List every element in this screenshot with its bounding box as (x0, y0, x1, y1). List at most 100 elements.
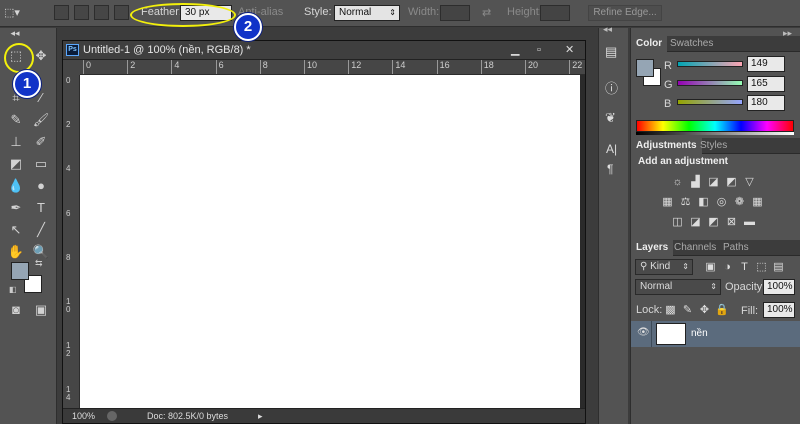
layer-name[interactable]: nền (691, 328, 708, 339)
b-label: B (664, 98, 672, 110)
gradient-map-icon[interactable]: ▬ (743, 216, 756, 229)
ruler-v-tick: 2 (66, 120, 71, 130)
blend-mode-select[interactable]: Normal ⇕ (635, 279, 721, 295)
canvas-area[interactable] (80, 75, 585, 408)
history-brush-tool-icon[interactable]: ✐ (30, 132, 52, 152)
filter-shape-icon[interactable]: ⬚ (755, 261, 768, 274)
tab-channels[interactable]: Channels (669, 240, 721, 256)
refine-edge-button[interactable]: Refine Edge... (588, 5, 662, 21)
photo-filter-icon[interactable]: ◎ (715, 196, 728, 209)
channel-mixer-icon[interactable]: ❁ (733, 196, 746, 209)
tab-layers[interactable]: Layers (631, 240, 674, 256)
horizontal-ruler[interactable]: 0 2 4 6 8 10 12 14 16 18 20 22 (80, 60, 585, 75)
collapse-panel-icon[interactable]: ◂◂ (4, 23, 26, 43)
filter-type-icon[interactable]: T (738, 261, 751, 274)
tab-swatches[interactable]: Swatches (665, 36, 718, 52)
r-value[interactable]: 149 (747, 56, 785, 72)
selective-color-icon[interactable]: ⊠ (725, 216, 738, 229)
swap-colors-icon[interactable]: ⇆ (35, 258, 43, 269)
ruler-h-tick: 0 (83, 60, 91, 74)
g-value[interactable]: 165 (747, 76, 785, 92)
color-fg-swatch[interactable] (636, 59, 654, 77)
expand-panels-icon[interactable]: ◂◂ (603, 24, 612, 35)
canvas[interactable] (80, 75, 580, 408)
info-panel-icon[interactable]: ⓘ (605, 78, 618, 97)
fill-input[interactable]: 100% (763, 302, 795, 318)
add-to-selection-icon[interactable] (74, 5, 89, 20)
tab-adjustments[interactable]: Adjustments (631, 138, 702, 154)
color-balance-icon[interactable]: ⚖ (679, 196, 692, 209)
paragraph-panel-icon[interactable]: ¶ (607, 162, 613, 176)
history-panel-icon[interactable]: ▤ (605, 44, 617, 60)
new-selection-icon[interactable] (54, 5, 69, 20)
color-spectrum-bar[interactable] (636, 120, 794, 132)
brush-panel-icon[interactable]: ❦ (605, 110, 616, 126)
width-input[interactable] (440, 5, 470, 21)
filter-pixel-icon[interactable]: ▣ (704, 261, 717, 274)
r-label: R (664, 60, 672, 72)
style-label: Style: (304, 6, 332, 18)
screen-mode-icon[interactable]: ▣ (30, 300, 52, 320)
color-lookup-icon[interactable]: ▦ (751, 196, 764, 209)
height-input[interactable] (540, 5, 570, 21)
grayscale-bar[interactable] (636, 132, 794, 135)
pen-tool-icon[interactable]: ✒ (5, 198, 27, 218)
vibrance-icon[interactable]: ▽ (743, 176, 756, 189)
layer-row[interactable]: 👁 nền (631, 321, 800, 347)
zoom-level[interactable]: 100% (72, 409, 95, 423)
opacity-input[interactable]: 100% (763, 279, 795, 295)
healing-brush-tool-icon[interactable]: ✎ (5, 110, 27, 130)
b-slider[interactable] (677, 99, 743, 105)
g-label: G (664, 79, 673, 91)
type-tool-icon[interactable]: T (30, 198, 52, 218)
threshold-icon[interactable]: ◩ (707, 216, 720, 229)
filter-adjustment-icon[interactable]: ◑ (721, 261, 734, 274)
eraser-tool-icon[interactable]: ◩ (5, 154, 27, 174)
close-icon[interactable]: ✕ (565, 41, 574, 60)
lock-transparent-icon[interactable]: ▩ (664, 304, 677, 317)
invert-icon[interactable]: ◫ (671, 216, 684, 229)
tab-styles[interactable]: Styles (695, 138, 732, 154)
subtract-from-selection-icon[interactable] (94, 5, 109, 20)
swap-width-height-icon[interactable]: ⇄ (482, 6, 491, 19)
intersect-selection-icon[interactable] (114, 5, 129, 20)
marquee-tool-preset-icon[interactable]: ⬚▾ (4, 6, 20, 19)
brush-tool-icon[interactable]: 🖌 (30, 110, 52, 130)
line-tool-icon[interactable]: ╱ (30, 220, 52, 240)
clone-stamp-tool-icon[interactable]: ⊥ (5, 132, 27, 152)
g-slider[interactable] (677, 80, 743, 86)
quick-mask-icon[interactable]: ◙ (5, 300, 27, 320)
style-select[interactable]: Normal ⇕ (334, 5, 400, 21)
blur-tool-icon[interactable]: 💧 (5, 176, 27, 196)
black-white-icon[interactable]: ◧ (697, 196, 710, 209)
minimize-icon[interactable]: ▁ (511, 41, 519, 60)
document-tab[interactable]: Ps Untitled-1 @ 100% (nền, RGB/8) * ▁ ▫ … (63, 41, 585, 60)
path-selection-tool-icon[interactable]: ↖ (5, 220, 27, 240)
hand-tool-icon[interactable]: ✋ (5, 242, 27, 262)
tab-paths[interactable]: Paths (718, 240, 754, 256)
brightness-contrast-icon[interactable]: ☼ (671, 176, 684, 189)
default-colors-icon[interactable]: ◧ (9, 285, 17, 294)
status-menu-arrow-icon[interactable]: ▸ (258, 409, 263, 423)
dodge-tool-icon[interactable]: ● (30, 176, 52, 196)
foreground-color-swatch[interactable] (11, 262, 29, 280)
character-panel-icon[interactable]: A| (606, 142, 617, 156)
layer-filter-kind-select[interactable]: ⚲ Kind ⇕ (635, 259, 693, 275)
vertical-ruler[interactable]: 0 2 4 6 8 10 12 14 (63, 75, 80, 408)
posterize-icon[interactable]: ◪ (689, 216, 702, 229)
b-value[interactable]: 180 (747, 95, 785, 111)
hue-saturation-icon[interactable]: ▦ (661, 196, 674, 209)
levels-icon[interactable]: ▟ (689, 176, 702, 189)
lock-position-icon[interactable]: ✥ (698, 304, 711, 317)
status-icon[interactable] (107, 411, 117, 421)
curves-icon[interactable]: ◪ (707, 176, 720, 189)
lock-pixels-icon[interactable]: ✎ (681, 304, 694, 317)
tab-color[interactable]: Color (631, 36, 668, 52)
lock-all-icon[interactable]: 🔒 (715, 304, 729, 317)
eye-visibility-icon[interactable]: 👁 (637, 327, 650, 338)
r-slider[interactable] (677, 61, 743, 67)
gradient-tool-icon[interactable]: ▭ (30, 154, 52, 174)
exposure-icon[interactable]: ◩ (725, 176, 738, 189)
maximize-icon[interactable]: ▫ (537, 41, 541, 60)
filter-smart-object-icon[interactable]: ▤ (772, 261, 785, 274)
